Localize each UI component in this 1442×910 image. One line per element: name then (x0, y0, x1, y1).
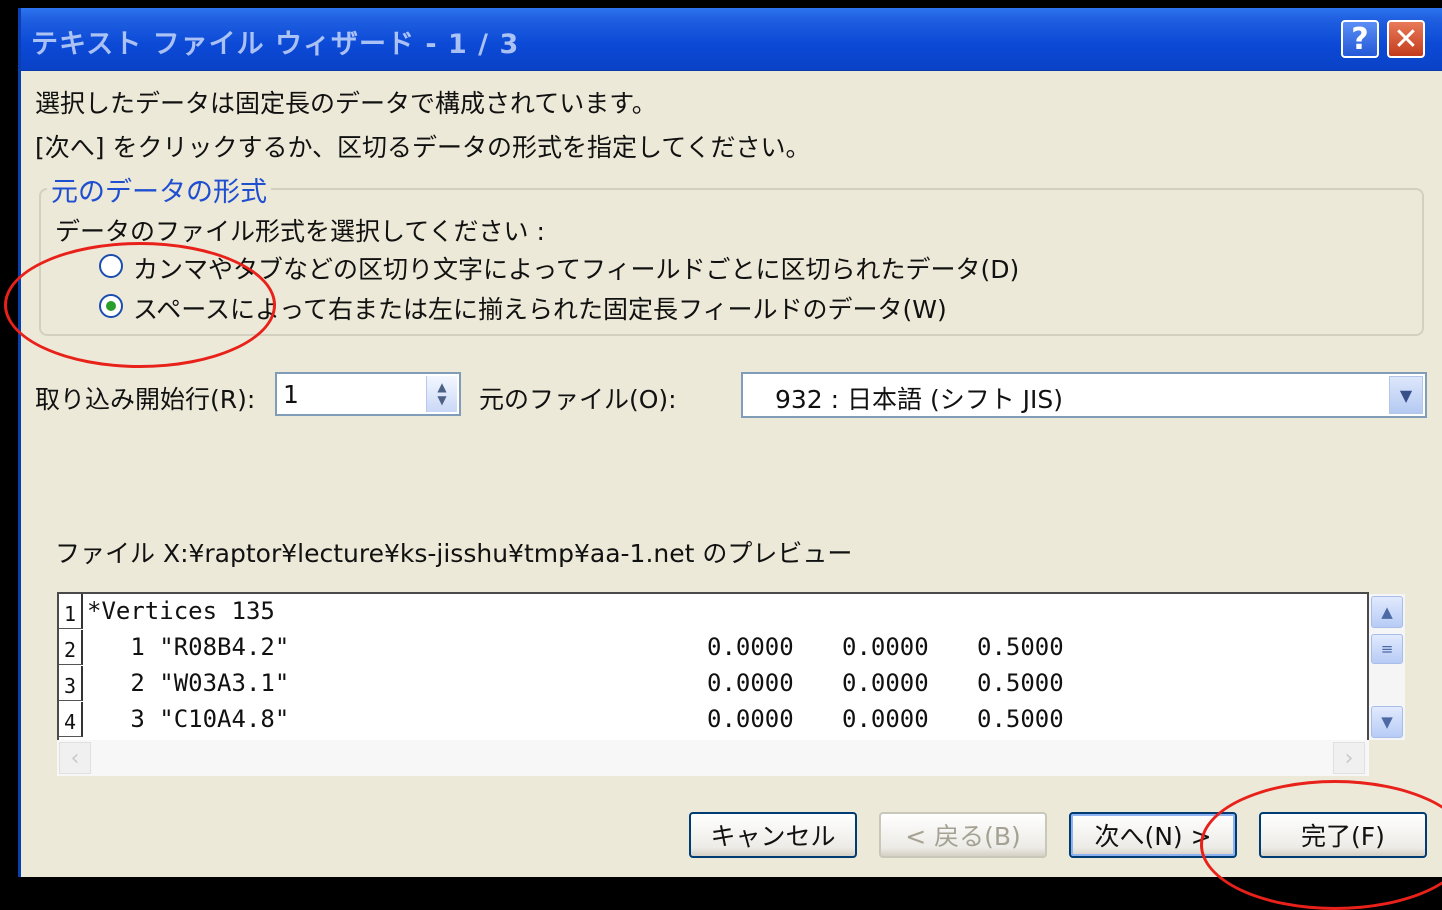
row-col-1: 0.0000 (707, 669, 794, 697)
preview-caption: ファイル X:¥raptor¥lecture¥ks-jisshu¥tmp¥aa-… (55, 539, 853, 568)
help-button[interactable]: ? (1341, 20, 1379, 58)
spin-buttons[interactable]: ▲ ▼ (426, 376, 457, 412)
preview-row: 3 2 "W03A3.1" 0.0000 0.0000 0.5000 (59, 666, 1367, 702)
file-origin-select[interactable]: 932 : 日本語 (シフト JIS) ▼ (741, 372, 1427, 418)
row-col-2: 0.0000 (842, 633, 929, 661)
annotation-circle-finish (1200, 780, 1442, 910)
row-number: 2 (59, 630, 83, 665)
preview-row: 4 3 "C10A4.8" 0.0000 0.0000 0.5000 (59, 702, 1367, 738)
scroll-right-icon[interactable]: › (1333, 742, 1365, 774)
preview-horizontal-scrollbar[interactable]: ‹ › (57, 740, 1369, 776)
cancel-button[interactable]: キャンセル (689, 812, 857, 858)
annotation-circle-fixed-width (4, 242, 276, 368)
scroll-up-icon[interactable]: ▲ (1371, 596, 1403, 628)
row-number: 3 (59, 666, 83, 701)
preview-row: 1 *Vertices 135 (59, 594, 1367, 630)
row-col-2: 0.0000 (842, 669, 929, 697)
row-col-1: 0.0000 (707, 705, 794, 733)
row-number: 4 (59, 702, 83, 737)
text-import-wizard-dialog: テキスト ファイル ウィザード - 1 / 3 ? ✕ 選択したデータは固定長の… (18, 8, 1442, 877)
row-text: 3 "C10A4.8" (87, 705, 290, 733)
row-number: 1 (59, 594, 83, 629)
spin-down-icon[interactable]: ▼ (437, 394, 446, 407)
close-button[interactable]: ✕ (1387, 20, 1425, 58)
source-format-legend: 元のデータの形式 (47, 170, 271, 209)
chevron-down-icon[interactable]: ▼ (1389, 376, 1423, 414)
preview-vertical-scrollbar[interactable]: ▲ ≡ ▼ (1369, 594, 1405, 740)
row-col-1: 0.0000 (707, 633, 794, 661)
row-col-3: 0.5000 (977, 705, 1064, 733)
preview-row: 2 1 "R08B4.2" 0.0000 0.0000 0.5000 (59, 630, 1367, 666)
title-bar[interactable]: テキスト ファイル ウィザード - 1 / 3 ? ✕ (21, 8, 1442, 71)
intro-line-1: 選択したデータは固定長のデータで構成されています。 (35, 89, 657, 118)
scroll-thumb[interactable]: ≡ (1371, 634, 1403, 664)
row-col-2: 0.0000 (842, 705, 929, 733)
file-origin-label: 元のファイル(O): (479, 385, 677, 414)
row-col-3: 0.5000 (977, 669, 1064, 697)
row-text: 2 "W03A3.1" (87, 669, 290, 697)
start-row-stepper[interactable]: 1 ▲ ▼ (275, 372, 461, 416)
row-text: *Vertices 135 (87, 597, 275, 625)
row-col-3: 0.5000 (977, 633, 1064, 661)
start-row-value[interactable]: 1 (283, 380, 299, 409)
scroll-down-icon[interactable]: ▼ (1371, 706, 1403, 738)
back-button[interactable]: < 戻る(B) (879, 812, 1047, 858)
scroll-left-icon[interactable]: ‹ (59, 742, 91, 774)
start-row-label: 取り込み開始行(R): (35, 385, 256, 414)
row-text: 1 "R08B4.2" (87, 633, 290, 661)
window-title: テキスト ファイル ウィザード - 1 / 3 (31, 29, 520, 60)
intro-line-2: [次へ] をクリックするか、区切るデータの形式を指定してください。 (35, 133, 811, 162)
file-origin-value[interactable]: 932 : 日本語 (シフト JIS) (775, 380, 1063, 416)
